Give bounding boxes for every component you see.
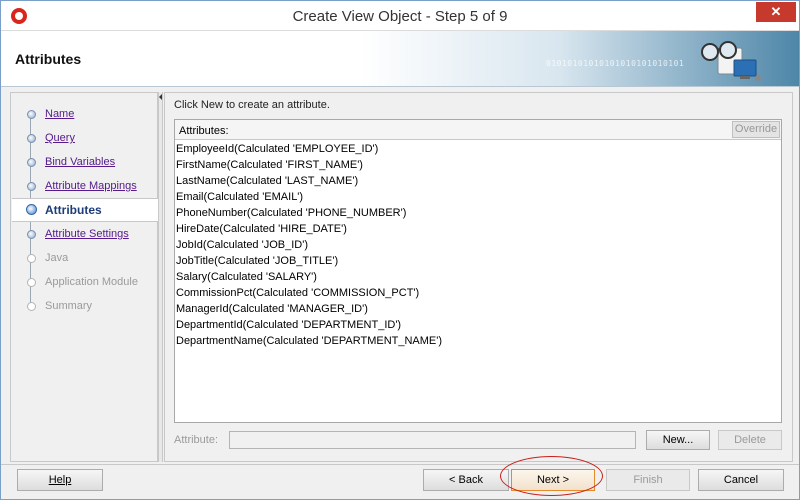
list-item[interactable]: CommissionPct(Calculated 'COMMISSION_PCT… <box>175 285 781 301</box>
list-item[interactable]: EmployeeId(Calculated 'EMPLOYEE_ID') <box>175 141 781 157</box>
wizard-footer: Help < Back Next > Finish Cancel <box>1 464 799 499</box>
delete-attribute-button[interactable]: Delete <box>718 430 782 450</box>
title-bar[interactable]: Create View Object - Step 5 of 9 ✕ <box>1 1 799 31</box>
glasses-monitor-icon <box>701 41 761 81</box>
step-java: Java <box>12 247 158 269</box>
new-attribute-button[interactable]: New... <box>646 430 710 450</box>
step-attribute-settings[interactable]: Attribute Settings <box>12 223 158 245</box>
attributes-list-panel: Attributes: Override EmployeeId(Calculat… <box>174 119 782 423</box>
step-pending-icon <box>27 302 36 311</box>
list-item[interactable]: JobTitle(Calculated 'JOB_TITLE') <box>175 253 781 269</box>
attributes-list-title: Attributes: <box>179 125 229 137</box>
step-attribute-mappings[interactable]: Attribute Mappings <box>12 175 158 197</box>
step-done-icon <box>27 110 36 119</box>
step-label: Java <box>45 252 69 264</box>
list-item[interactable]: DepartmentId(Calculated 'DEPARTMENT_ID') <box>175 317 781 333</box>
step-label: Query <box>45 132 75 144</box>
list-item[interactable]: ManagerId(Calculated 'MANAGER_ID') <box>175 301 781 317</box>
attribute-field-label: Attribute: <box>174 434 219 446</box>
step-label: Attribute Settings <box>45 228 129 240</box>
next-button-label: Next > <box>536 474 570 486</box>
attributes-list[interactable]: EmployeeId(Calculated 'EMPLOYEE_ID') Firs… <box>175 141 781 349</box>
list-item[interactable]: LastName(Calculated 'LAST_NAME') <box>175 173 781 189</box>
finish-button[interactable]: Finish <box>606 469 690 491</box>
page-title: Attributes <box>15 51 82 67</box>
attributes-panel: Click New to create an attribute. Attrib… <box>164 92 793 462</box>
step-done-icon <box>27 134 36 143</box>
step-pending-icon <box>27 254 36 263</box>
list-item[interactable]: JobId(Calculated 'JOB_ID') <box>175 237 781 253</box>
wizard-steps-sidebar: Name Query Bind Variables Attribute Mapp… <box>10 92 158 462</box>
close-button[interactable]: ✕ <box>756 2 796 22</box>
step-label: Bind Variables <box>45 156 116 168</box>
list-item[interactable]: HireDate(Calculated 'HIRE_DATE') <box>175 221 781 237</box>
list-item[interactable]: FirstName(Calculated 'FIRST_NAME') <box>175 157 781 173</box>
step-application-module: Application Module <box>12 271 158 293</box>
step-label: Attributes <box>45 203 102 217</box>
back-button-label: < Back <box>449 474 483 486</box>
step-bind-variables[interactable]: Bind Variables <box>12 151 158 173</box>
list-item[interactable]: Salary(Calculated 'SALARY') <box>175 269 781 285</box>
create-view-object-dialog: Create View Object - Step 5 of 9 ✕ Attri… <box>0 0 800 500</box>
window-title: Create View Object - Step 5 of 9 <box>292 8 508 25</box>
help-button[interactable]: Help <box>17 469 103 491</box>
step-attributes[interactable]: Attributes <box>12 198 158 222</box>
delete-button-label: Delete <box>734 434 766 446</box>
step-done-icon <box>27 182 36 191</box>
override-button[interactable]: Override <box>732 121 780 138</box>
cancel-button[interactable]: Cancel <box>698 469 784 491</box>
next-button[interactable]: Next > <box>511 469 595 491</box>
step-pending-icon <box>27 278 36 287</box>
step-query[interactable]: Query <box>12 127 158 149</box>
attribute-field[interactable] <box>229 431 636 449</box>
step-name[interactable]: Name <box>12 103 158 125</box>
step-current-icon <box>26 204 37 215</box>
instruction-text: Click New to create an attribute. <box>174 99 330 111</box>
step-label: Attribute Mappings <box>45 180 137 192</box>
panel-splitter[interactable] <box>158 92 163 462</box>
cancel-button-label: Cancel <box>723 474 759 486</box>
list-item[interactable]: DepartmentName(Calculated 'DEPARTMENT_NA… <box>175 333 781 349</box>
finish-button-label: Finish <box>633 474 663 486</box>
step-label: Name <box>45 108 75 120</box>
step-summary: Summary <box>12 295 158 317</box>
header-decoration-text: 01010101010101010101010101 <box>546 59 685 68</box>
step-label: Application Module <box>45 276 138 288</box>
list-item[interactable]: Email(Calculated 'EMAIL') <box>175 189 781 205</box>
back-button[interactable]: < Back <box>423 469 509 491</box>
new-button-label: New... <box>662 434 694 446</box>
step-done-icon <box>27 158 36 167</box>
collapse-arrow-icon[interactable] <box>159 94 162 100</box>
attributes-list-header: Attributes: Override <box>175 120 781 140</box>
step-label: Summary <box>45 300 93 312</box>
help-button-label: Help <box>48 474 72 486</box>
header-banner: Attributes 01010101010101010101010101 <box>1 31 799 87</box>
list-item[interactable]: PhoneNumber(Calculated 'PHONE_NUMBER') <box>175 205 781 221</box>
step-done-icon <box>27 230 36 239</box>
